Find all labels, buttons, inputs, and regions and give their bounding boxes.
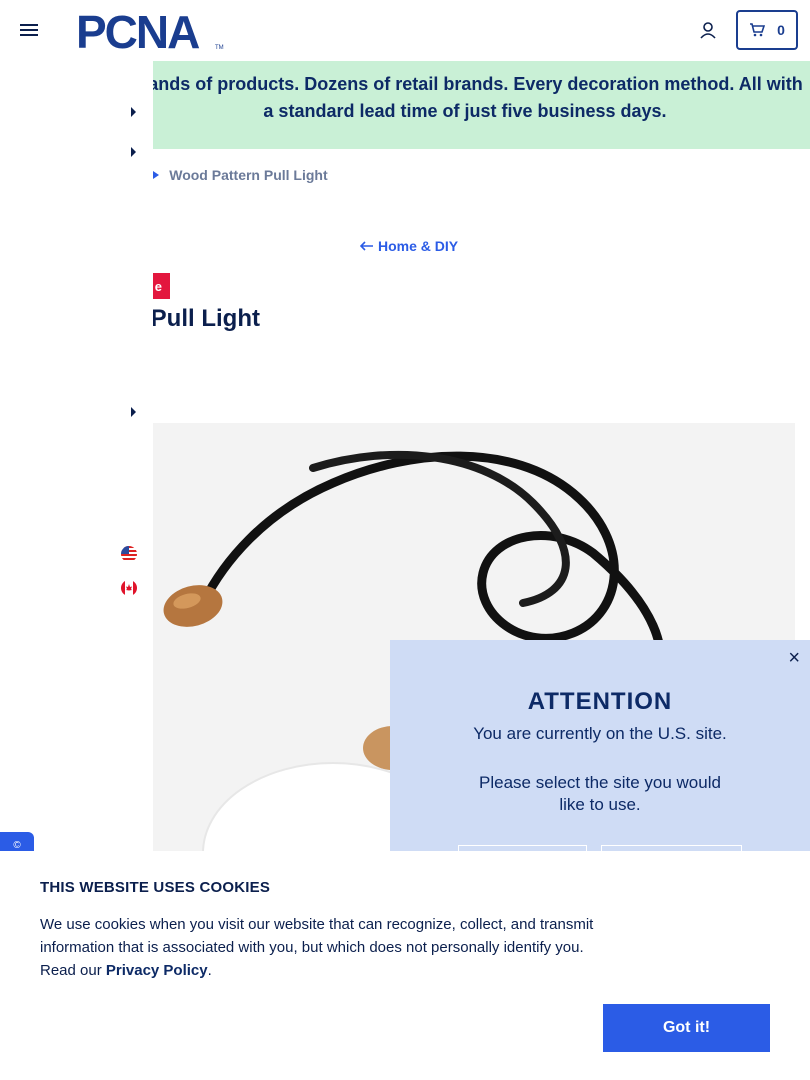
hamburger-menu-icon[interactable] [18,20,40,40]
site-header: PCNA TM 0 [0,0,810,61]
modal-instruction-text: Please select the site you would like to… [479,773,721,814]
pcna-logo[interactable]: PCNA TM [76,6,226,58]
caret-right-icon[interactable] [130,107,138,117]
cookie-banner-text: We use cookies when you visit our websit… [40,916,594,979]
modal-title: ATTENTION [527,688,673,715]
cart-button[interactable]: 0 [736,10,798,50]
us-flag-icon[interactable] [121,546,137,562]
breadcrumb: IY Wood Pattern Pull Light [130,166,328,184]
back-link-label: Home & DIY [378,238,459,254]
cart-count: 0 [777,22,785,38]
canada-flag-icon[interactable] [121,580,137,596]
arrow-left-icon [360,241,373,251]
caret-right-icon [153,171,160,179]
cookie-banner: THIS WEBSITE USES COOKIES We use cookies… [0,851,810,1080]
account-icon[interactable] [696,18,720,42]
cart-icon [750,23,766,37]
cookie-banner-title: THIS WEBSITE USES COOKIES [40,879,271,896]
modal-current-site-text: You are currently on the U.S. site. [473,724,727,743]
breadcrumb-current: Wood Pattern Pull Light [169,167,328,183]
privacy-policy-link[interactable]: Privacy Policy [106,962,208,979]
back-to-category-link[interactable]: Home & DIY [360,238,458,254]
caret-right-icon[interactable] [130,407,138,417]
close-icon[interactable]: × [788,648,800,668]
promo-banner-text: usands of products. Dozens of retail bra… [127,74,803,121]
svg-text:TM: TM [215,45,224,51]
accept-cookies-button[interactable]: Got it! [603,1004,770,1052]
caret-right-icon[interactable] [130,147,138,157]
logo-text: PCNA [76,10,199,52]
